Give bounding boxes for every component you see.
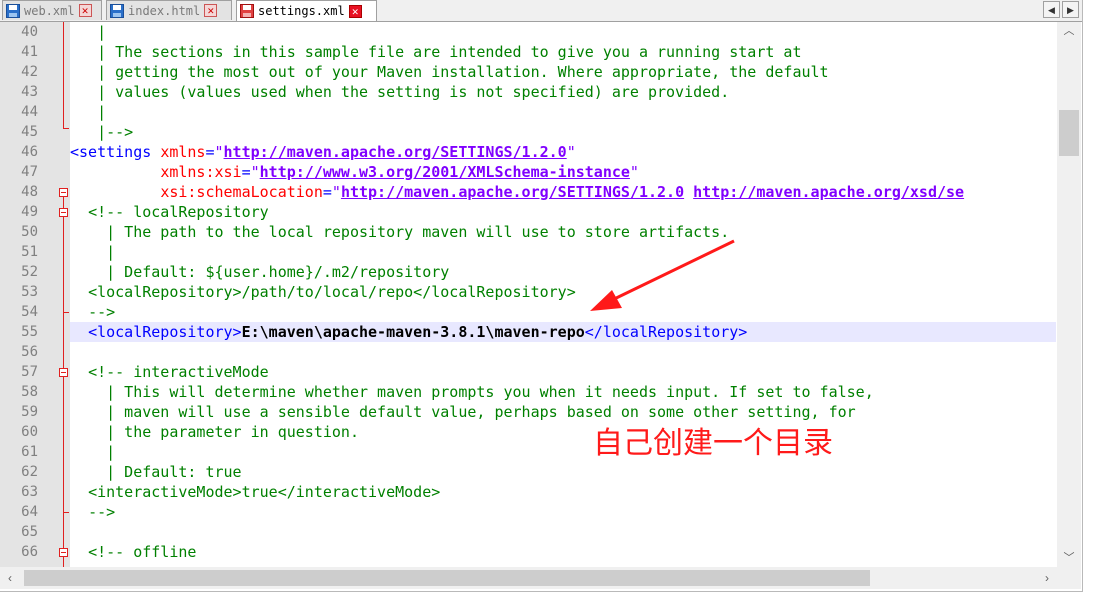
line-number: 46 [21, 144, 38, 160]
code-line: | This will determine whether maven prom… [97, 383, 874, 401]
line-number: 60 [21, 424, 38, 440]
code-line: <!-- interactiveMode [88, 363, 269, 381]
line-number: 44 [21, 104, 38, 120]
code-line: | Default: true [97, 463, 242, 481]
horizontal-scrollbar[interactable]: ‹ › [0, 567, 1057, 589]
code-line: | [88, 103, 107, 121]
close-icon[interactable]: ✕ [348, 4, 362, 18]
code-line: |--> [88, 123, 134, 141]
line-number: 66 [21, 544, 38, 560]
scroll-right-icon[interactable]: › [1037, 567, 1057, 589]
tab-label: settings.xml [258, 4, 345, 18]
line-number: 65 [21, 524, 38, 540]
code-line: --> [88, 503, 116, 521]
code-line: | Default: ${user.home}/.m2/repository [97, 263, 450, 281]
close-icon[interactable]: ✕ [204, 4, 218, 17]
code-line: | maven will use a sensible default valu… [97, 403, 856, 421]
line-number: 52 [21, 264, 38, 280]
save-disk-red-icon [240, 4, 254, 18]
tab-index-html[interactable]: index.html ✕ [106, 0, 232, 20]
horizontal-scroll-thumb[interactable] [24, 570, 870, 586]
code-line: | The path to the local repository maven… [97, 223, 730, 241]
line-number: 43 [21, 84, 38, 100]
code-line: | values (values used when the setting i… [88, 83, 730, 101]
vertical-scrollbar[interactable]: ︿ ﹀ [1057, 22, 1081, 567]
line-number: 54 [21, 304, 38, 320]
fold-toggle-icon[interactable] [59, 548, 68, 557]
tab-web-xml[interactable]: web.xml ✕ [2, 0, 102, 20]
code-line: | The sections in this sample file are i… [88, 43, 802, 61]
vertical-scroll-thumb[interactable] [1059, 110, 1079, 156]
line-number: 45 [21, 124, 38, 140]
fold-end [63, 312, 69, 313]
line-number: 50 [21, 224, 38, 240]
tab-settings-xml[interactable]: settings.xml ✕ [236, 0, 377, 21]
line-number: 59 [21, 404, 38, 420]
line-number: 53 [21, 284, 38, 300]
fold-end [63, 512, 69, 513]
line-number: 51 [21, 244, 38, 260]
code-line: --> [88, 303, 116, 321]
code-line-highlighted: <localRepository>E:\maven\apache-maven-3… [70, 322, 1056, 342]
code-line: | [97, 243, 116, 261]
line-number: 42 [21, 64, 38, 80]
fold-end [63, 128, 69, 129]
code-line: xmlns:xsi="http://www.w3.org/2001/XMLSch… [160, 163, 639, 181]
tab-scroll-right-button[interactable]: ▶ [1062, 1, 1079, 18]
tab-scroll-left-button[interactable]: ◀ [1043, 1, 1060, 18]
code-line: <interactiveMode>true</interactiveMode> [88, 483, 441, 501]
line-number: 63 [21, 484, 38, 500]
tab-label: web.xml [24, 3, 75, 18]
fold-toggle-icon[interactable] [59, 188, 68, 197]
line-number: 57 [21, 364, 38, 380]
line-number: 56 [21, 344, 38, 360]
save-disk-icon [6, 3, 20, 18]
line-number-gutter: 40 41 42 43 44 45 46 47 48 49 50 51 52 5… [0, 22, 70, 567]
editor-window: web.xml ✕ index.html ✕ settings.xml ✕ ◀ … [0, 0, 1083, 592]
line-number: 47 [21, 164, 38, 180]
fold-toggle-icon[interactable] [59, 208, 68, 217]
scroll-down-icon[interactable]: ﹀ [1057, 549, 1081, 567]
fold-toggle-icon[interactable] [59, 368, 68, 377]
code-line: <localRepository>/path/to/local/repo</lo… [88, 283, 576, 301]
code-line: <!-- localRepository [88, 203, 269, 221]
code-line: | [97, 443, 116, 461]
line-number: 48 [21, 184, 38, 200]
line-number: 62 [21, 464, 38, 480]
scrollbar-corner [1057, 567, 1081, 589]
code-line: xsi:schemaLocation="http://maven.apache.… [160, 183, 965, 201]
fold-line [63, 22, 64, 128]
annotation-text: 自己创建一个目录 [593, 426, 833, 461]
line-number: 41 [21, 44, 38, 60]
scroll-up-icon[interactable]: ︿ [1057, 22, 1081, 40]
code-line: | [88, 23, 107, 41]
line-number: 58 [21, 384, 38, 400]
line-number: 40 [21, 24, 38, 40]
save-disk-icon [110, 3, 124, 18]
close-icon[interactable]: ✕ [78, 4, 92, 17]
code-line: <settings xmlns="http://maven.apache.org… [70, 143, 576, 161]
line-number: 49 [21, 204, 38, 220]
line-number: 55 [21, 324, 38, 340]
line-number: 61 [21, 444, 38, 460]
code-editor[interactable]: | | The sections in this sample file are… [70, 22, 1056, 567]
code-line: <!-- offline [88, 543, 197, 561]
tab-label: index.html [128, 3, 201, 18]
tab-bar: web.xml ✕ index.html ✕ settings.xml ✕ ◀ … [0, 0, 1082, 22]
line-number: 64 [21, 504, 38, 520]
code-line: | the parameter in question. [97, 423, 359, 441]
code-line: | getting the most out of your Maven ins… [88, 63, 829, 81]
scroll-left-icon[interactable]: ‹ [0, 567, 20, 589]
